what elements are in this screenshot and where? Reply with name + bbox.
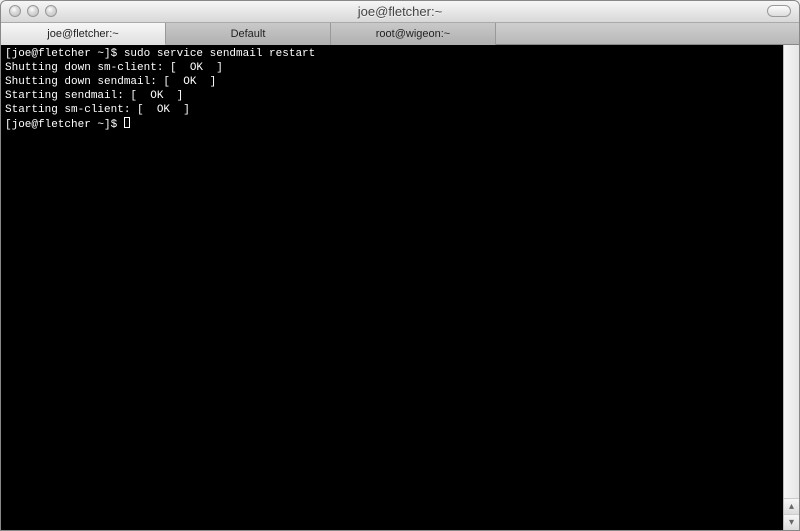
traffic-lights: [9, 5, 57, 17]
cursor-icon: [124, 117, 130, 128]
tab-label: Default: [231, 28, 266, 40]
close-icon[interactable]: [9, 5, 21, 17]
tab-label: root@wigeon:~: [376, 28, 450, 40]
scrollbar[interactable]: ▴ ▾: [783, 45, 799, 530]
terminal-line: Starting sendmail: [ OK ]: [5, 90, 183, 102]
scroll-up-icon[interactable]: ▴: [784, 498, 799, 514]
toolbar-toggle-icon[interactable]: [767, 5, 791, 17]
terminal-line: Starting sm-client: [ OK ]: [5, 104, 190, 116]
window-title: joe@fletcher:~: [1, 4, 799, 19]
zoom-icon[interactable]: [45, 5, 57, 17]
tabbar: joe@fletcher:~ Default root@wigeon:~: [1, 23, 799, 45]
terminal[interactable]: [joe@fletcher ~]$ sudo service sendmail …: [1, 45, 783, 530]
terminal-line: [joe@fletcher ~]$ sudo service sendmail …: [5, 48, 315, 60]
tab-joe-fletcher[interactable]: joe@fletcher:~: [1, 23, 166, 45]
tab-default[interactable]: Default: [166, 23, 331, 45]
scroll-track[interactable]: [784, 45, 799, 498]
terminal-line: Shutting down sm-client: [ OK ]: [5, 62, 223, 74]
minimize-icon[interactable]: [27, 5, 39, 17]
tab-label: joe@fletcher:~: [47, 28, 118, 40]
content-area: [joe@fletcher ~]$ sudo service sendmail …: [1, 45, 799, 530]
terminal-line: Shutting down sendmail: [ OK ]: [5, 76, 216, 88]
scroll-down-icon[interactable]: ▾: [784, 514, 799, 530]
terminal-window: joe@fletcher:~ joe@fletcher:~ Default ro…: [0, 0, 800, 531]
titlebar[interactable]: joe@fletcher:~: [1, 1, 799, 23]
tab-root-wigeon[interactable]: root@wigeon:~: [331, 23, 496, 45]
terminal-prompt: [joe@fletcher ~]$: [5, 119, 124, 131]
